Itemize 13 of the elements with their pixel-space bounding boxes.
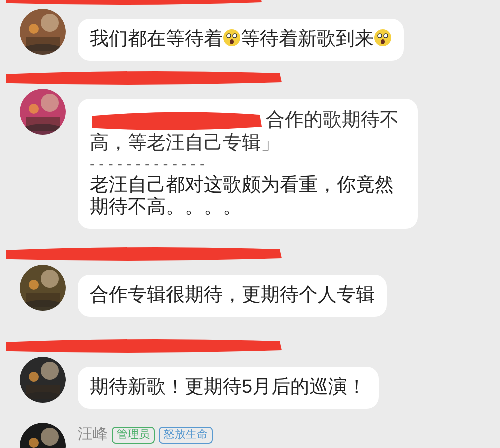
member-badge: 管理员 [112,426,155,444]
quoted-text: 高，等老汪自己专辑」 [90,133,280,155]
scared-face-icon [223,29,241,47]
message-text: 我们都在等待着 [90,29,223,50]
member-badge: 怒放生命 [159,426,213,444]
message-text: 等待着新歌到来 [241,29,374,50]
sender-name: 汪峰 [78,424,108,445]
message-text: 期待新歌！更期待5月后的巡演！ [90,377,367,398]
quote-divider: - - - - - - - - - - - - - [90,155,205,175]
quoted-text: 合作的歌期待不 [266,110,399,132]
message-text: 老汪自己都对这歌颇为看重，你竟然期待不高。。。。 [90,175,394,218]
scared-face-icon [374,29,392,47]
message-text: 合作专辑很期待，更期待个人专辑 [90,285,375,306]
